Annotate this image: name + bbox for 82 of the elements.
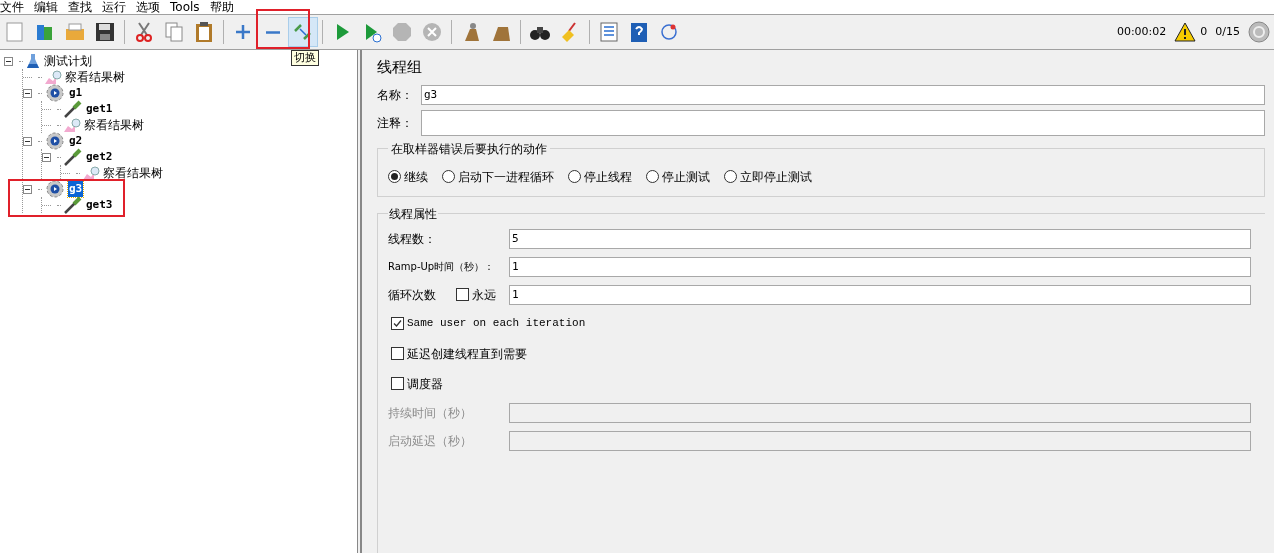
- menu-item[interactable]: 运行: [102, 1, 126, 13]
- checkbox-label: Same user on each iteration: [407, 316, 586, 332]
- collapse-toggle[interactable]: [23, 184, 32, 194]
- checkbox[interactable]: [391, 347, 404, 360]
- new-file-icon: [4, 21, 26, 43]
- chart-magnifier-icon: [44, 69, 62, 85]
- menu-item[interactable]: 文件: [0, 1, 24, 13]
- checkbox[interactable]: [391, 317, 404, 330]
- stop-icon: [391, 21, 413, 43]
- pipette-icon: [63, 100, 83, 118]
- field-label: 启动延迟（秒）: [388, 432, 473, 450]
- chart-magnifier-icon: [63, 117, 81, 133]
- tree-item[interactable]: 察看结果树: [83, 116, 145, 134]
- tree-item[interactable]: get2: [85, 148, 114, 166]
- radio-button[interactable]: [568, 170, 581, 183]
- group-title: 在取样器错误后要执行的动作: [390, 140, 548, 158]
- annotation-box: [256, 9, 310, 49]
- menu-item[interactable]: 查找: [68, 1, 92, 13]
- gear-icon: [44, 132, 66, 150]
- tree-item[interactable]: 察看结果树: [64, 68, 126, 86]
- text-field[interactable]: 1: [509, 256, 1251, 277]
- gear-icon: [44, 84, 66, 102]
- chart-magnifier-icon: [82, 165, 100, 181]
- elapsed-time: 00:00:02: [1116, 23, 1167, 40]
- checkbox[interactable]: [456, 288, 469, 301]
- tooltip: 切换: [291, 50, 319, 66]
- text-field[interactable]: 1: [509, 284, 1251, 305]
- tree-item[interactable]: 测试计划: [43, 52, 93, 70]
- collapse-toggle[interactable]: [4, 56, 13, 66]
- radio-label: 立即停止测试: [740, 168, 812, 186]
- gear-icon: [44, 180, 66, 198]
- field-label: 持续时间（秒）: [388, 404, 473, 422]
- folder-icon: [64, 21, 86, 43]
- comment-field[interactable]: [421, 109, 1265, 136]
- close-circle-icon: [421, 21, 443, 43]
- collapse-toggle[interactable]: [23, 136, 32, 146]
- radio-label: 继续: [404, 168, 428, 186]
- radio-label: 停止测试: [662, 168, 710, 186]
- radio-label: 启动下一进程循环: [458, 168, 554, 186]
- warning-icon[interactable]: [1174, 22, 1197, 42]
- clipboard-icon: [193, 21, 215, 43]
- tree-item[interactable]: g2: [68, 132, 84, 150]
- panel-title: 线程组: [377, 57, 423, 78]
- checkbox-label: 永远: [472, 286, 496, 304]
- menu-item[interactable]: 编辑: [34, 1, 58, 13]
- tree-item[interactable]: get3: [85, 196, 114, 214]
- help-book-icon: [628, 21, 650, 43]
- radio-label: 停止线程: [584, 168, 632, 186]
- checkbox-label: 延迟创建线程直到需要: [407, 345, 527, 363]
- radio-button[interactable]: [646, 170, 659, 183]
- field-label: 注释：: [377, 114, 414, 132]
- checkbox[interactable]: [391, 377, 404, 390]
- radio-button[interactable]: [724, 170, 737, 183]
- flask-icon: [25, 53, 41, 69]
- checkbox-label: 调度器: [407, 375, 443, 393]
- minus-icon: [266, 30, 280, 34]
- check-icon: [392, 318, 403, 329]
- warning-count: 0: [1200, 23, 1208, 40]
- radio-button[interactable]: [442, 170, 455, 183]
- name-field[interactable]: g3: [421, 84, 1265, 105]
- collapse-toggle[interactable]: [42, 152, 51, 162]
- tree-item[interactable]: get1: [85, 100, 114, 118]
- collapse-toggle[interactable]: [23, 88, 32, 98]
- pipette-icon: [63, 148, 83, 166]
- field-label: 线程数：: [388, 230, 437, 248]
- menu-item[interactable]: 选项: [136, 1, 160, 13]
- tree-item[interactable]: g1: [68, 84, 84, 102]
- tree-item[interactable]: 察看结果树: [102, 164, 164, 182]
- field-label: Ramp-Up时间（秒）：: [388, 260, 496, 274]
- scissors-icon: [133, 21, 155, 43]
- pipette-icon: [63, 196, 83, 214]
- copy-icon: [163, 21, 185, 43]
- status-indicator-icon: [1248, 21, 1270, 43]
- list-icon: [598, 21, 620, 43]
- group-title: 线程属性: [388, 205, 438, 223]
- text-field[interactable]: 5: [509, 228, 1251, 249]
- thread-count: 0/15: [1215, 23, 1240, 40]
- radio-button[interactable]: [388, 170, 401, 183]
- field-label: 名称：: [377, 86, 414, 104]
- menu-item[interactable]: Tools: [170, 1, 200, 13]
- menu-item[interactable]: 帮助: [209, 1, 234, 13]
- field-label: 循环次数: [388, 286, 437, 304]
